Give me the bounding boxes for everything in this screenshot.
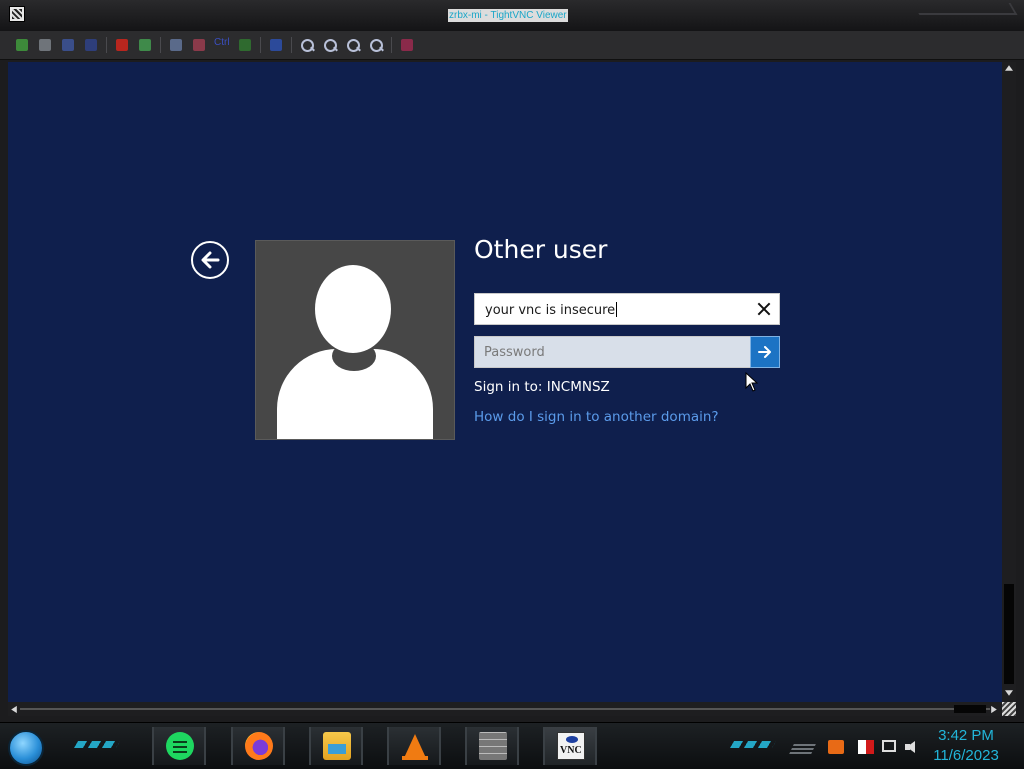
title-bar: zrbx-mi - TightVNC Viewer bbox=[0, 0, 1024, 32]
remote-desktop-view[interactable]: Other user your vnc is insecure Password… bbox=[8, 62, 1002, 702]
password-input[interactable]: Password bbox=[474, 336, 780, 368]
scroll-right-icon[interactable] bbox=[991, 705, 997, 714]
scroll-down-icon[interactable] bbox=[1005, 690, 1013, 696]
new-connection-icon[interactable] bbox=[14, 37, 30, 53]
ctrl-key-button[interactable]: Ctrl bbox=[214, 37, 230, 48]
options-icon[interactable] bbox=[60, 37, 76, 53]
firefox-icon bbox=[245, 732, 273, 760]
resize-grip[interactable] bbox=[1002, 702, 1016, 716]
fullscreen-icon[interactable] bbox=[399, 37, 415, 53]
clock-time[interactable]: 3:42 PM bbox=[926, 727, 1006, 744]
horizontal-scroll-track bbox=[20, 708, 990, 710]
taskbar-app-spotify[interactable] bbox=[152, 727, 206, 765]
clear-username-button[interactable] bbox=[755, 300, 773, 318]
arrow-right-icon bbox=[758, 346, 771, 358]
username-value: your vnc is insecure bbox=[485, 303, 616, 318]
pause-icon[interactable] bbox=[114, 37, 130, 53]
toolbar-separator bbox=[391, 37, 392, 53]
password-placeholder: Password bbox=[484, 345, 545, 360]
taskbar-app-firefox[interactable] bbox=[231, 727, 285, 765]
zoom-in-icon[interactable] bbox=[299, 37, 315, 53]
taskbar-app-tightvnc[interactable]: VNC bbox=[543, 727, 597, 765]
scroll-up-icon[interactable] bbox=[1005, 65, 1013, 71]
clock-date[interactable]: 11/6/2023 bbox=[926, 747, 1006, 764]
volume-icon[interactable] bbox=[905, 740, 921, 754]
refresh-icon[interactable] bbox=[137, 37, 153, 53]
firewall-icon bbox=[479, 732, 507, 760]
vertical-scroll-thumb[interactable] bbox=[1004, 584, 1014, 684]
horizontal-scroll-thumb[interactable] bbox=[954, 705, 986, 713]
file-manager-icon bbox=[323, 732, 351, 760]
zoom-auto-icon[interactable] bbox=[368, 37, 384, 53]
ctrl-esc-icon[interactable] bbox=[191, 37, 207, 53]
transfer-files-icon[interactable] bbox=[268, 37, 284, 53]
notification-icon[interactable] bbox=[828, 740, 844, 754]
start-button[interactable] bbox=[8, 730, 44, 766]
taskbar-app-firewall[interactable] bbox=[465, 727, 519, 765]
avatar-head-shape bbox=[315, 265, 391, 353]
toolbar-separator bbox=[260, 37, 261, 53]
alt-key-icon[interactable] bbox=[237, 37, 253, 53]
scroll-left-icon[interactable] bbox=[11, 705, 17, 714]
vertical-scrollbar[interactable] bbox=[1002, 62, 1016, 702]
taskbar-app-file-manager[interactable] bbox=[309, 727, 363, 765]
mouse-cursor-icon bbox=[745, 372, 759, 392]
save-session-icon[interactable] bbox=[37, 37, 53, 53]
info-icon[interactable] bbox=[83, 37, 99, 53]
user-avatar bbox=[255, 240, 455, 440]
horizontal-scrollbar[interactable] bbox=[8, 702, 1002, 716]
vnc-eye-shape bbox=[566, 736, 578, 743]
ctrl-alt-del-icon[interactable] bbox=[168, 37, 184, 53]
title-decoration bbox=[912, 3, 1018, 15]
taskbar-app-vlc[interactable] bbox=[387, 727, 441, 765]
window-title: zrbx-mi - TightVNC Viewer bbox=[448, 9, 568, 22]
back-arrow-icon bbox=[201, 251, 220, 269]
network-icon[interactable] bbox=[882, 740, 896, 752]
toolbar-separator bbox=[291, 37, 292, 53]
login-title: Other user bbox=[474, 235, 608, 264]
taskbar-decoration bbox=[73, 741, 121, 748]
zoom-100-icon[interactable] bbox=[345, 37, 361, 53]
signin-domain-text: Sign in to: INCMNSZ bbox=[474, 379, 610, 395]
toolbar bbox=[0, 31, 1024, 60]
domain-help-link[interactable]: How do I sign in to another domain? bbox=[474, 409, 719, 425]
tightvnc-app-icon[interactable] bbox=[9, 6, 25, 22]
taskbar-decoration bbox=[729, 741, 777, 748]
username-input[interactable]: your vnc is insecure bbox=[474, 293, 780, 325]
zoom-out-icon[interactable] bbox=[322, 37, 338, 53]
vnc-icon-label: VNC bbox=[560, 745, 582, 756]
spotify-icon bbox=[166, 732, 194, 760]
toolbar-separator bbox=[160, 37, 161, 53]
tightvnc-icon: VNC bbox=[557, 732, 585, 760]
toolbar-separator bbox=[106, 37, 107, 53]
vlc-icon bbox=[401, 732, 429, 760]
action-center-flag-icon[interactable] bbox=[858, 740, 874, 754]
back-button[interactable] bbox=[191, 241, 229, 279]
submit-button[interactable] bbox=[750, 336, 780, 368]
